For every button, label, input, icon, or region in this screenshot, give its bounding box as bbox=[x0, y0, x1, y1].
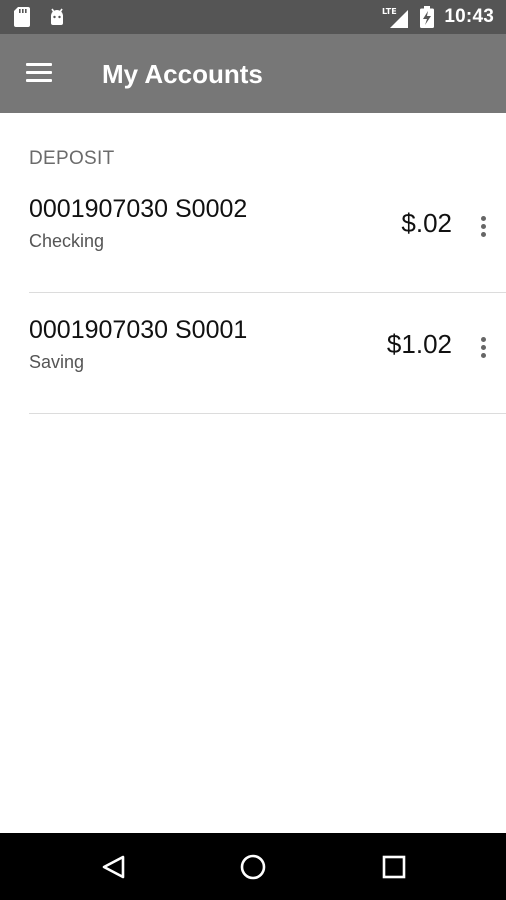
account-balance: $.02 bbox=[401, 208, 452, 238]
account-type: Saving bbox=[29, 352, 85, 372]
account-number: 0001907030 S0001 bbox=[29, 316, 248, 344]
sd-card-icon bbox=[14, 7, 30, 27]
status-time: 10:43 bbox=[444, 6, 494, 27]
screen: LTE 10:43 My Accounts DEPOSIT 0001907030… bbox=[0, 0, 506, 900]
status-right: LTE 10:43 bbox=[382, 0, 494, 34]
home-icon[interactable] bbox=[231, 845, 275, 889]
menu-icon[interactable] bbox=[22, 58, 56, 88]
account-type: Checking bbox=[29, 231, 105, 251]
navigation-bar bbox=[0, 833, 506, 900]
account-balance: $1.02 bbox=[386, 329, 452, 359]
status-bar: LTE 10:43 bbox=[0, 0, 506, 34]
more-options-icon[interactable] bbox=[470, 331, 496, 365]
recents-icon[interactable] bbox=[372, 845, 416, 889]
status-left bbox=[14, 7, 66, 27]
section-header: DEPOSIT bbox=[29, 148, 115, 169]
page-title: My Accounts bbox=[102, 59, 263, 89]
divider bbox=[29, 292, 506, 293]
app-bar: My Accounts bbox=[0, 34, 506, 113]
more-options-icon[interactable] bbox=[470, 210, 496, 244]
account-number: 0001907030 S0002 bbox=[29, 195, 248, 223]
back-icon[interactable] bbox=[91, 845, 135, 889]
account-row[interactable]: 0001907030 S0001 Saving $1.02 bbox=[0, 302, 506, 423]
lte-signal-icon: LTE bbox=[382, 6, 410, 28]
account-row[interactable]: 0001907030 S0002 Checking $.02 bbox=[0, 181, 506, 302]
svg-text:LTE: LTE bbox=[382, 7, 397, 16]
android-icon bbox=[48, 8, 66, 26]
battery-icon bbox=[420, 6, 435, 28]
divider bbox=[29, 413, 506, 414]
